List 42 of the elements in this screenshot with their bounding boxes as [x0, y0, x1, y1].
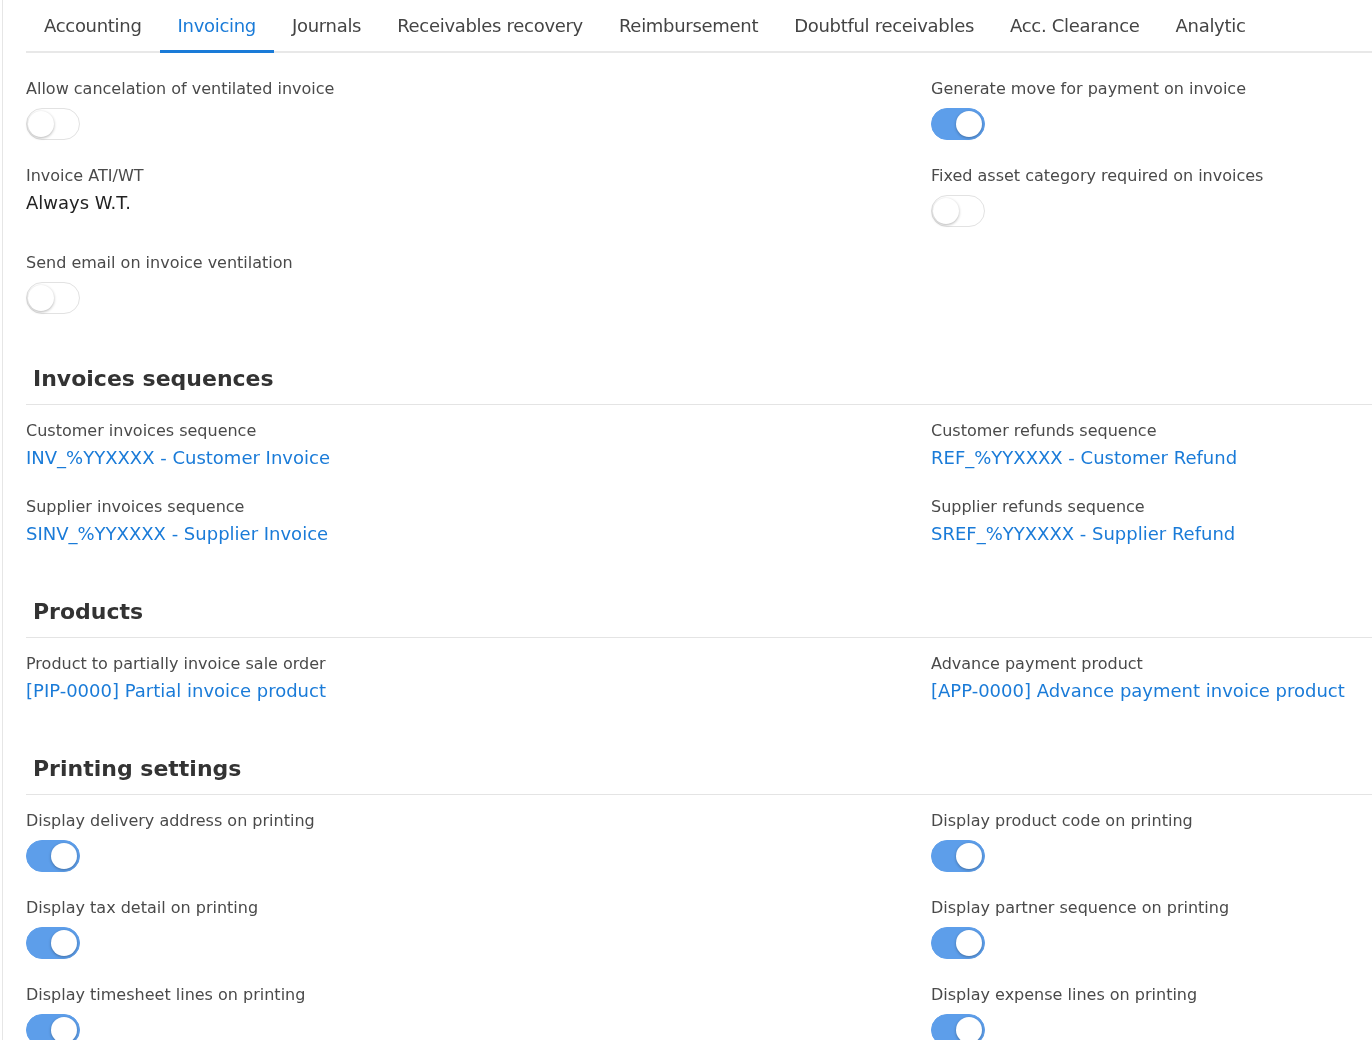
field-link[interactable]: SREF_%YYXXXX - Supplier Refund: [931, 519, 1236, 549]
section-title: Invoices sequences: [33, 366, 274, 391]
tab[interactable]: Reimbursement: [600, 0, 777, 53]
tab[interactable]: Journals: [273, 0, 380, 53]
tab[interactable]: Doubtful receivables: [776, 0, 992, 53]
field-label: Display delivery address on printing: [26, 810, 315, 832]
field-label: Advance payment product: [931, 653, 1143, 675]
field-label: Display partner sequence on printing: [931, 897, 1230, 919]
tab[interactable]: Invoicing: [159, 0, 274, 53]
field-label: Display timesheet lines on printing: [26, 984, 306, 1006]
field-link[interactable]: INV_%YYXXXX - Customer Invoice: [26, 443, 330, 473]
section-title: Products: [33, 599, 144, 624]
field-label: Send email on invoice ventilation: [26, 252, 293, 274]
field-label: Display product code on printing: [931, 810, 1193, 832]
field-value: Always W.T.: [26, 191, 131, 215]
field-link[interactable]: [PIP-0000] Partial invoice product: [26, 676, 326, 706]
tab[interactable]: Receivables recovery: [379, 0, 601, 53]
field-label: Display tax detail on printing: [26, 897, 259, 919]
toggle-switch[interactable]: [931, 840, 985, 872]
toggle-switch[interactable]: [931, 1014, 985, 1040]
field-label: Supplier refunds sequence: [931, 496, 1145, 518]
field-label: Display expense lines on printing: [931, 984, 1198, 1006]
tab[interactable]: Acc. Clearance: [992, 0, 1158, 53]
toggle-switch[interactable]: [26, 927, 80, 959]
field-link[interactable]: SINV_%YYXXXX - Supplier Invoice: [26, 519, 329, 549]
toggle-switch[interactable]: [26, 1014, 80, 1040]
section-title: Printing settings: [33, 756, 242, 781]
field-label: Fixed asset category required on invoices: [931, 165, 1264, 187]
field-label: Generate move for payment on invoice: [931, 78, 1246, 100]
field-label: Customer refunds sequence: [931, 420, 1157, 442]
field-link[interactable]: [APP-0000] Advance payment invoice product: [931, 676, 1345, 706]
field-link[interactable]: REF_%YYXXXX - Customer Refund: [931, 443, 1238, 473]
tab[interactable]: Analytic: [1157, 0, 1264, 53]
field-label: Product to partially invoice sale order: [26, 653, 326, 675]
field-label: Supplier invoices sequence: [26, 496, 245, 518]
field-label: Invoice ATI/WT: [26, 165, 144, 187]
field-label: Allow cancelation of ventilated invoice: [26, 78, 335, 100]
field-label: Customer invoices sequence: [26, 420, 257, 442]
toggle-switch[interactable]: [26, 840, 80, 872]
toggle-switch[interactable]: [931, 927, 985, 959]
toggle-switch[interactable]: [931, 108, 985, 140]
tab[interactable]: Accounting: [26, 0, 160, 53]
